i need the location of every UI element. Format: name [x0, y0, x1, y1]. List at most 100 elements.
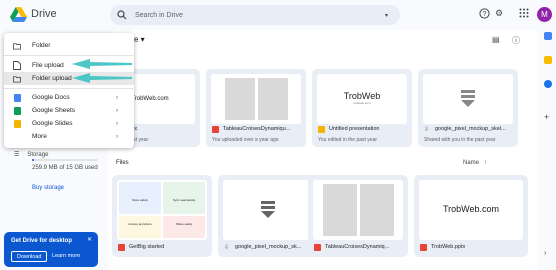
- svg-text:?: ?: [482, 11, 486, 18]
- menu-item-label: Google Docs: [32, 94, 70, 101]
- file-thumbnail: TrobWeb trobweb.com: [317, 74, 407, 124]
- buy-storage-button[interactable]: Buy storage: [32, 185, 64, 191]
- pdf-icon: [212, 126, 219, 133]
- suggested-card[interactable]: TrobWeb trobweb.com Untitled presentation…: [312, 69, 412, 147]
- pdf-icon: [118, 244, 125, 251]
- promo-title: Get Drive for desktop: [11, 238, 73, 244]
- storage-progress-bar: [32, 159, 98, 161]
- file-name: TableauCroisesDynamiqu...: [223, 126, 291, 132]
- thumbnail-text: TrobWeb.com: [131, 95, 169, 102]
- page-title-text: e: [134, 35, 139, 44]
- files-label: Files: [116, 160, 129, 166]
- chevron-right-icon: ›: [116, 133, 118, 140]
- download-thumbnail-icon: [461, 90, 475, 107]
- file-card[interactable]: ⇩ google_pixel_mockup_sk...: [218, 175, 318, 257]
- file-thumbnail: TrobWeb.com: [419, 180, 523, 240]
- storage-progress-fill: [32, 159, 34, 161]
- sort-button[interactable]: Name ↑: [463, 160, 487, 166]
- menu-item-label: Folder: [32, 42, 51, 49]
- slides-icon: [13, 119, 21, 128]
- search-bar[interactable]: Search in Drive ▾: [110, 5, 400, 25]
- list-view-icon[interactable]: ▤: [492, 35, 500, 44]
- suggested-card[interactable]: TableauCroisesDynamiqu... You uploaded o…: [206, 69, 306, 147]
- chevron-right-icon: ›: [116, 94, 118, 101]
- desktop-promo: Get Drive for desktop ✕ Download Learn m…: [4, 232, 98, 267]
- apps-grid-icon[interactable]: [518, 7, 530, 19]
- sort-label: Name: [463, 160, 480, 166]
- avatar[interactable]: M: [537, 7, 552, 22]
- file-activity: You edited in the past year: [318, 137, 378, 143]
- file-thumbnail: [211, 74, 301, 124]
- download-thumbnail-icon: [261, 201, 275, 218]
- thumb-caption: Access anywhere: [119, 216, 161, 238]
- menu-item-label: More: [32, 133, 47, 140]
- menu-item-more[interactable]: More ›: [4, 130, 134, 143]
- menu-item-google-slides[interactable]: Google Slides ›: [4, 117, 134, 130]
- info-icon[interactable]: ⓘ: [512, 35, 520, 46]
- settings-gear-icon[interactable]: ⚙: [493, 7, 505, 19]
- cloud-icon: ☰: [14, 152, 20, 158]
- top-bar: Drive Search in Drive ▾ ? ⚙ M: [0, 0, 556, 30]
- calendar-icon[interactable]: [544, 32, 552, 40]
- file-card[interactable]: TableauCroisesDynamiq...: [308, 175, 408, 257]
- page-title[interactable]: e ▾: [134, 35, 145, 44]
- thumbnail-title: TrobWeb: [343, 91, 381, 102]
- sheets-icon: [13, 106, 21, 115]
- file-name: GetBig started: [129, 244, 165, 250]
- file-thumbnail: [423, 74, 513, 124]
- file-card[interactable]: Store safely Sync seamlessly Access anyw…: [112, 175, 212, 257]
- search-options-icon[interactable]: ▾: [385, 12, 388, 19]
- file-thumbnail: [223, 180, 313, 240]
- file-card[interactable]: TrobWeb.com TrobWeb.pptx: [414, 175, 528, 257]
- file-name: Untitled presentation: [329, 126, 380, 132]
- slides-icon: [318, 126, 325, 133]
- thumb-caption: Share easily: [163, 216, 205, 238]
- keep-icon[interactable]: [544, 56, 552, 64]
- chevron-right-icon[interactable]: ›: [544, 250, 546, 257]
- file-thumbnail: [313, 180, 403, 240]
- file-upload-icon: [13, 61, 21, 70]
- file-activity: Shared with you in the past year: [424, 137, 496, 143]
- file-thumbnail: Store safely Sync seamlessly Access anyw…: [117, 180, 207, 240]
- tasks-icon[interactable]: [544, 80, 552, 88]
- thumbnail-text: TrobWeb trobweb.com: [343, 91, 381, 106]
- menu-divider: [4, 88, 134, 89]
- folder-icon: [13, 42, 21, 50]
- menu-item-label: File upload: [32, 62, 64, 69]
- menu-item-label: Folder upload: [32, 75, 72, 82]
- arrow-up-icon: ↑: [484, 160, 488, 166]
- add-icon[interactable]: +: [544, 112, 549, 122]
- storage-row[interactable]: ☰ Storage: [14, 151, 49, 159]
- thumb-caption: Store safely: [119, 182, 161, 214]
- file-name: TableauCroisesDynamiq...: [325, 244, 390, 250]
- menu-item-label: Google Slides: [32, 120, 73, 127]
- pdf-icon: [314, 244, 321, 251]
- thumb-caption: Sync seamlessly: [163, 182, 205, 214]
- chevron-right-icon: ›: [116, 107, 118, 114]
- file-name: google_pixel_mockup_skel...: [435, 126, 506, 132]
- menu-item-folder[interactable]: Folder: [4, 39, 134, 52]
- thumbnail-text: TrobWeb.com: [442, 204, 500, 215]
- slides-icon: [420, 244, 427, 251]
- file-icon: ⇩: [224, 245, 230, 251]
- search-icon[interactable]: [117, 10, 127, 20]
- download-button[interactable]: Download: [11, 251, 48, 262]
- file-icon: ⇩: [424, 127, 430, 133]
- search-input[interactable]: Search in Drive: [135, 12, 183, 19]
- thumbnail-subtitle: trobweb.com: [353, 101, 371, 106]
- learn-more-link[interactable]: Learn more: [52, 253, 80, 259]
- menu-item-google-sheets[interactable]: Google Sheets ›: [4, 104, 134, 117]
- app-name: Drive: [31, 8, 57, 20]
- folder-upload-icon: [13, 75, 21, 83]
- help-icon[interactable]: ?: [478, 7, 490, 19]
- new-menu: Folder File upload Folder upload Google …: [4, 33, 134, 148]
- menu-item-google-docs[interactable]: Google Docs ›: [4, 91, 134, 104]
- docs-icon: [13, 93, 21, 102]
- arrow-icon: [72, 73, 132, 83]
- file-activity: You uploaded over a year ago: [212, 137, 279, 143]
- suggested-card[interactable]: ⇩ google_pixel_mockup_skel... Shared wit…: [418, 69, 518, 147]
- chevron-right-icon: ›: [116, 120, 118, 127]
- close-icon[interactable]: ✕: [87, 236, 92, 243]
- storage-label: Storage: [27, 151, 49, 158]
- drive-logo-icon[interactable]: [10, 7, 27, 22]
